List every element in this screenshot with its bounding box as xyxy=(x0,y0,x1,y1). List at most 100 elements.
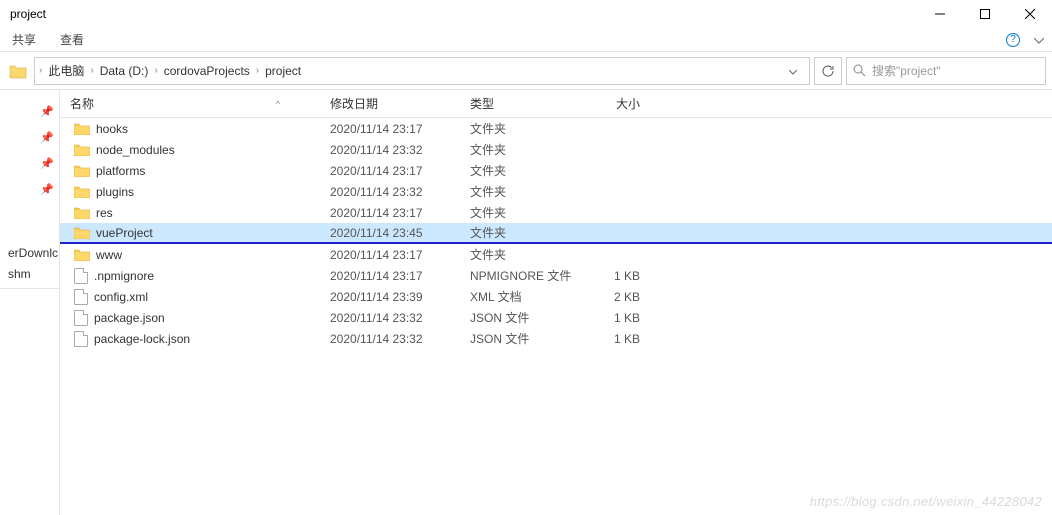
file-name: .npmignore xyxy=(94,269,154,283)
file-name: hooks xyxy=(96,122,128,136)
cell-type: 文件夹 xyxy=(460,246,580,263)
cell-name: hooks xyxy=(60,122,320,136)
folder-icon xyxy=(74,248,90,261)
cell-name: www xyxy=(60,248,320,262)
titlebar: project xyxy=(0,0,1052,28)
pin-icon[interactable]: 📌 xyxy=(0,176,59,202)
breadcrumb-item[interactable]: 此电脑 xyxy=(44,62,88,79)
file-icon xyxy=(74,310,88,326)
cell-size: 1 KB xyxy=(580,269,660,283)
menubar: 共享 查看 ? xyxy=(0,28,1052,52)
menu-view[interactable]: 查看 xyxy=(60,31,84,48)
cell-type: 文件夹 xyxy=(460,141,580,158)
file-name: config.xml xyxy=(94,290,148,304)
breadcrumb[interactable]: › 此电脑 › Data (D:) › cordovaProjects › pr… xyxy=(34,57,810,85)
search-input[interactable] xyxy=(872,64,1039,78)
file-icon xyxy=(74,289,88,305)
window-controls xyxy=(917,0,1052,28)
cell-date: 2020/11/14 23:32 xyxy=(320,143,460,157)
file-name: res xyxy=(96,206,113,220)
cell-type: 文件夹 xyxy=(460,224,580,241)
cell-name: vueProject xyxy=(60,226,320,240)
cell-size: 2 KB xyxy=(580,290,660,304)
table-row[interactable]: package.json 2020/11/14 23:32JSON 文件1 KB xyxy=(60,307,1052,328)
column-name[interactable]: 名称^ xyxy=(60,95,320,112)
sidebar-item[interactable]: erDownlc xyxy=(0,242,59,263)
file-icon xyxy=(74,268,88,284)
maximize-button[interactable] xyxy=(962,0,1007,28)
cell-date: 2020/11/14 23:32 xyxy=(320,185,460,199)
table-row[interactable]: plugins2020/11/14 23:32文件夹 xyxy=(60,181,1052,202)
sidebar-item[interactable]: shm xyxy=(0,263,59,284)
cell-size: 1 KB xyxy=(580,332,660,346)
cell-date: 2020/11/14 23:39 xyxy=(320,290,460,304)
file-name: package-lock.json xyxy=(94,332,190,346)
cell-type: XML 文档 xyxy=(460,288,580,305)
content: 📌 📌 📌 📌 erDownlc shm 名称^ 修改日期 类型 大小 hook… xyxy=(0,90,1052,515)
breadcrumb-item[interactable]: cordovaProjects xyxy=(160,64,254,78)
cell-name: package-lock.json xyxy=(60,331,320,347)
table-row[interactable]: platforms2020/11/14 23:17文件夹 xyxy=(60,160,1052,181)
file-name: vueProject xyxy=(96,226,153,240)
table-row[interactable]: node_modules2020/11/14 23:32文件夹 xyxy=(60,139,1052,160)
chevron-down-icon[interactable] xyxy=(781,64,805,78)
cell-date: 2020/11/14 23:17 xyxy=(320,122,460,136)
pin-icon[interactable]: 📌 xyxy=(0,150,59,176)
cell-name: .npmignore xyxy=(60,268,320,284)
folder-icon xyxy=(74,164,90,177)
column-headers: 名称^ 修改日期 类型 大小 xyxy=(60,90,1052,118)
folder-icon xyxy=(74,185,90,198)
cell-size: 1 KB xyxy=(580,311,660,325)
file-icon xyxy=(74,331,88,347)
column-size[interactable]: 大小 xyxy=(580,95,660,112)
chevron-down-icon[interactable] xyxy=(1034,33,1044,47)
breadcrumb-item[interactable]: Data (D:) xyxy=(96,64,153,78)
watermark: https://blog.csdn.net/weixin_44228042 xyxy=(810,494,1042,509)
cell-type: JSON 文件 xyxy=(460,309,580,326)
table-row[interactable]: www2020/11/14 23:17文件夹 xyxy=(60,244,1052,265)
pin-icon[interactable]: 📌 xyxy=(0,98,59,124)
pin-icon[interactable]: 📌 xyxy=(0,124,59,150)
window-title: project xyxy=(10,7,46,21)
cell-type: JSON 文件 xyxy=(460,330,580,347)
cell-type: 文件夹 xyxy=(460,162,580,179)
cell-date: 2020/11/14 23:17 xyxy=(320,206,460,220)
refresh-button[interactable] xyxy=(814,57,842,85)
table-row[interactable]: res 2020/11/14 23:17文件夹 xyxy=(60,202,1052,223)
cell-date: 2020/11/14 23:17 xyxy=(320,164,460,178)
folder-up-icon[interactable] xyxy=(6,59,30,83)
table-row[interactable]: vueProject2020/11/14 23:45文件夹 xyxy=(60,223,1052,244)
folder-icon xyxy=(74,122,90,135)
cell-date: 2020/11/14 23:17 xyxy=(320,269,460,283)
table-row[interactable]: hooks2020/11/14 23:17文件夹 xyxy=(60,118,1052,139)
search-icon xyxy=(853,64,866,77)
file-name: package.json xyxy=(94,311,165,325)
cell-date: 2020/11/14 23:32 xyxy=(320,311,460,325)
cell-type: 文件夹 xyxy=(460,204,580,221)
close-button[interactable] xyxy=(1007,0,1052,28)
minimize-button[interactable] xyxy=(917,0,962,28)
toolbar: › 此电脑 › Data (D:) › cordovaProjects › pr… xyxy=(0,52,1052,90)
help-icon[interactable]: ? xyxy=(1006,33,1020,47)
cell-name: plugins xyxy=(60,185,320,199)
cell-date: 2020/11/14 23:32 xyxy=(320,332,460,346)
cell-type: NPMIGNORE 文件 xyxy=(460,267,580,284)
cell-name: config.xml xyxy=(60,289,320,305)
sidebar: 📌 📌 📌 📌 erDownlc shm xyxy=(0,90,60,515)
cell-name: platforms xyxy=(60,164,320,178)
cell-name: package.json xyxy=(60,310,320,326)
cell-type: 文件夹 xyxy=(460,183,580,200)
folder-icon xyxy=(74,143,90,156)
table-row[interactable]: package-lock.json 2020/11/14 23:32JSON 文件… xyxy=(60,328,1052,349)
cell-name: res xyxy=(60,206,320,220)
search-box[interactable] xyxy=(846,57,1046,85)
breadcrumb-item[interactable]: project xyxy=(261,64,305,78)
chevron-right-icon: › xyxy=(256,65,259,76)
table-row[interactable]: .npmignore 2020/11/14 23:17NPMIGNORE 文件1 … xyxy=(60,265,1052,286)
menu-share[interactable]: 共享 xyxy=(12,31,36,48)
table-row[interactable]: config.xml 2020/11/14 23:39XML 文档2 KB xyxy=(60,286,1052,307)
column-date[interactable]: 修改日期 xyxy=(320,95,460,112)
sort-indicator-icon: ^ xyxy=(276,99,280,109)
column-type[interactable]: 类型 xyxy=(460,95,580,112)
folder-icon xyxy=(74,206,90,219)
